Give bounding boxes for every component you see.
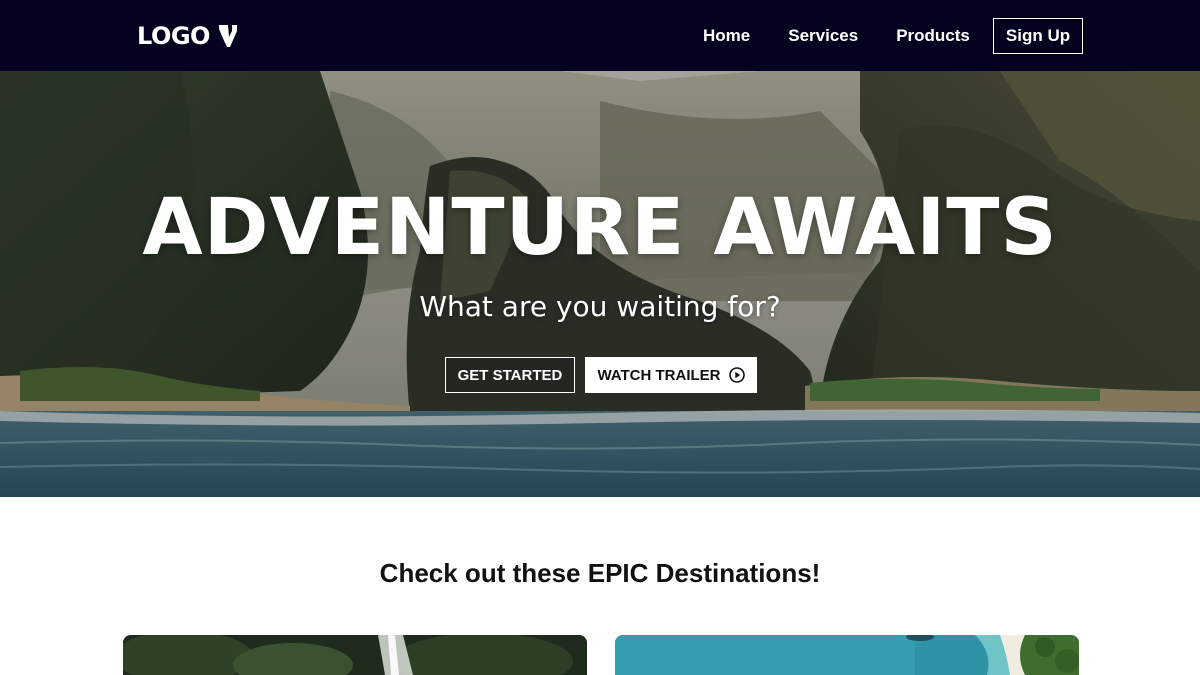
nav-link-services[interactable]: Services	[788, 24, 858, 48]
nav-link-products[interactable]: Products	[896, 24, 970, 48]
watch-trailer-button[interactable]: WATCH TRAILER	[585, 357, 757, 393]
navbar: LOGO Home Services Products Sign Up	[0, 0, 1200, 71]
hero-section: ADVENTURE AWAITS What are you waiting fo…	[0, 71, 1200, 497]
logo[interactable]: LOGO	[137, 20, 240, 52]
signup-button[interactable]: Sign Up	[993, 18, 1083, 54]
get-started-button[interactable]: GET STARTED	[445, 357, 575, 393]
destinations-heading: Check out these EPIC Destinations!	[379, 558, 821, 588]
logo-icon	[218, 25, 237, 47]
jungle-waterfall-image	[123, 635, 587, 675]
nav-link-home[interactable]: Home	[703, 24, 750, 48]
hero-subtitle: What are you waiting for?	[419, 290, 781, 323]
hero-background-image	[0, 71, 1200, 497]
tropical-beach-aerial-image	[615, 635, 1079, 675]
watch-trailer-label: WATCH TRAILER	[597, 366, 721, 384]
logo-text: LOGO	[137, 22, 210, 50]
get-started-label: GET STARTED	[457, 366, 563, 384]
hero-title: ADVENTURE AWAITS	[142, 183, 1058, 273]
destination-card-beach[interactable]	[615, 635, 1079, 675]
destination-card-jungle[interactable]	[123, 635, 587, 675]
nav-links: Home Services Products	[703, 24, 970, 48]
play-circle-icon	[728, 367, 745, 383]
